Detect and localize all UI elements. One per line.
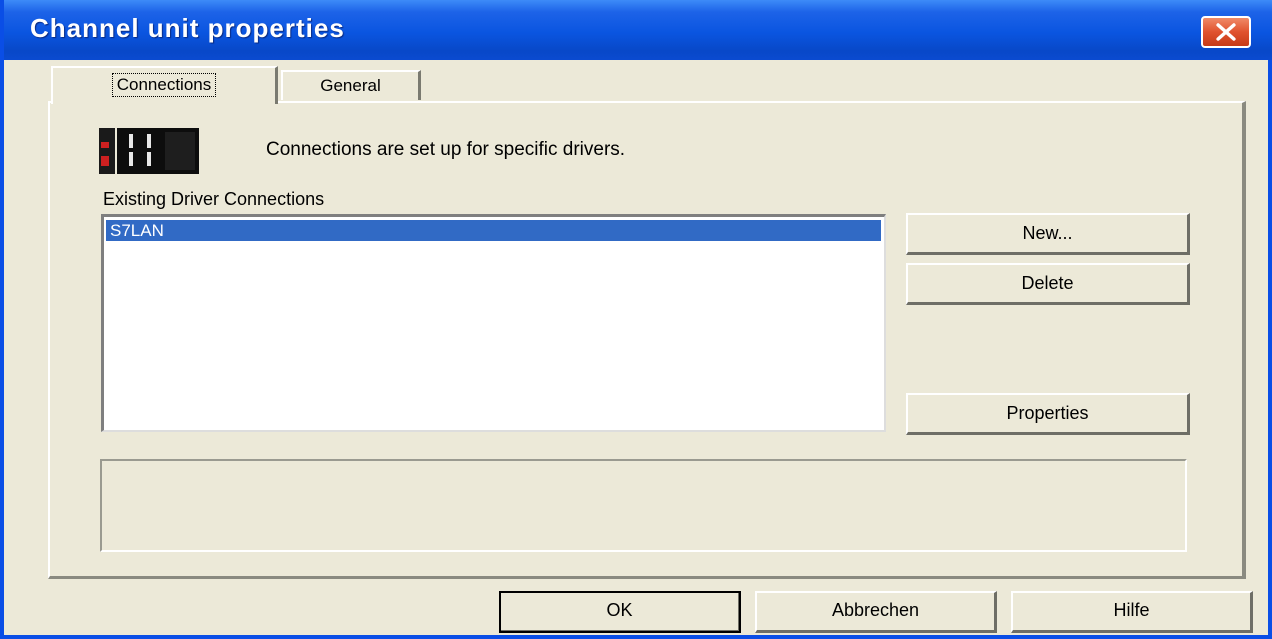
info-text: Connections are set up for specific driv… [266,139,626,160]
new-button[interactable]: New... [906,213,1190,255]
tab-general-label: General [320,76,381,95]
dialog-window: Channel unit properties Connections Gene… [0,0,1272,639]
close-icon [1216,23,1236,41]
tab-connections[interactable]: Connections [51,66,278,104]
driver-connections-list[interactable]: S7LAN [101,214,886,432]
window-title: Channel unit properties [30,13,345,43]
properties-button[interactable]: Properties [906,393,1190,435]
tab-general[interactable]: General [281,70,421,100]
delete-button[interactable]: Delete [906,263,1190,305]
existing-connections-label: Existing Driver Connections [103,189,325,209]
cancel-button[interactable]: Abbrechen [755,591,997,633]
ok-button[interactable]: OK [499,591,741,633]
list-item-s7lan[interactable]: S7LAN [106,220,881,241]
title-bar[interactable]: Channel unit properties [4,0,1272,60]
close-button[interactable] [1201,16,1251,48]
description-box [100,459,1187,552]
driver-connection-icon [99,128,199,174]
tab-connections-label: Connections [111,73,217,97]
help-button[interactable]: Hilfe [1011,591,1253,633]
